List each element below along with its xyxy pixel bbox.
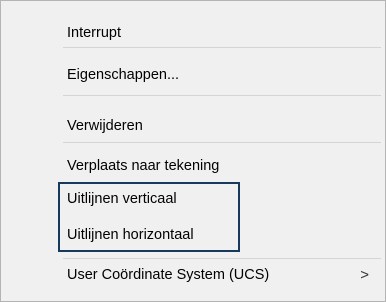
menu-separator [63, 95, 381, 96]
menu-item-user-coordinate-system[interactable]: User Coördinate System (UCS) > [1, 263, 385, 287]
menu-item-label: User Coördinate System (UCS) [67, 267, 270, 283]
menu-separator [63, 142, 381, 143]
menu-item-label: Verwijderen [67, 118, 143, 134]
menu-item-label: Eigenschappen... [67, 67, 180, 83]
menu-item-verplaats-naar-tekening[interactable]: Verplaats naar tekening [1, 154, 385, 178]
context-menu: Interrupt Eigenschappen... Verwijderen V… [0, 0, 386, 302]
menu-item-label: Verplaats naar tekening [67, 158, 220, 174]
menu-separator [63, 258, 381, 259]
menu-separator [63, 47, 381, 48]
chevron-right-icon: > [360, 266, 369, 284]
menu-item-eigenschappen[interactable]: Eigenschappen... [1, 63, 385, 87]
menu-item-label: Interrupt [67, 25, 121, 41]
highlight-box [58, 182, 240, 252]
menu-item-interrupt[interactable]: Interrupt [1, 21, 385, 45]
menu-item-verwijderen[interactable]: Verwijderen [1, 114, 385, 138]
